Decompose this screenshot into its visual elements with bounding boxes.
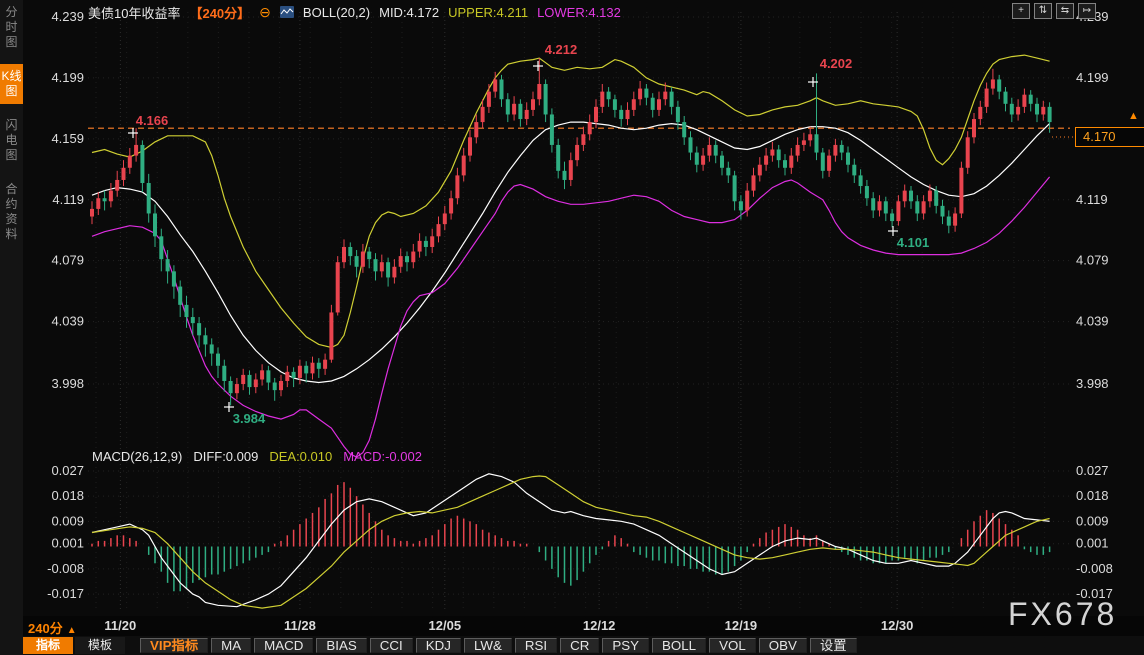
macd-label: MACD(26,12,9) [92,449,182,464]
svg-text:11/20: 11/20 [104,618,136,633]
vip-indicator-button[interactable]: VIP指标 [140,638,208,653]
trading-app-window: 4.1664.2124.2024.1013.9844.2394.2394.199… [0,0,1144,655]
vol-button[interactable]: VOL [709,638,756,653]
timeframe-selector-label: 240分 [28,621,63,636]
svg-text:12/30: 12/30 [881,618,914,633]
bias-button[interactable]: BIAS [316,638,366,653]
rsi-button[interactable]: RSI [515,638,557,653]
boll-lower-value: LOWER:4.132 [537,5,621,20]
timeframe-badge: 【240分】 [189,3,250,22]
collapse-icon[interactable]: ⊖ [259,4,271,21]
main-chart-svg[interactable]: 4.1664.2124.2024.1013.9844.2394.2394.199… [0,0,1144,638]
kdj-button[interactable]: KDJ [416,638,461,653]
svg-text:-0.008: -0.008 [1076,561,1113,576]
sidebar-tab-contract-info[interactable]: 合约资料 [0,177,23,247]
chart-title-bar: 美债10年收益率 【240分】 ⊖ BOLL(20,2) MID:4.172 U… [88,3,621,21]
svg-text:4.079: 4.079 [1076,253,1109,268]
price-annotation: 4.212 [545,42,578,57]
boll-upper-value: UPPER:4.211 [448,5,528,20]
svg-text:11/28: 11/28 [284,618,316,633]
cci-button[interactable]: CCI [370,638,413,653]
sidebar-tab-timeline[interactable]: 分时图 [0,0,23,55]
sidebar-tab-kline[interactable]: K线图 [0,64,23,104]
macd-hist-value: MACD:-0.002 [343,449,422,464]
svg-text:4.199: 4.199 [1076,70,1109,85]
svg-text:4.159: 4.159 [51,131,84,146]
svg-text:0.018: 0.018 [51,488,84,503]
svg-text:0.001: 0.001 [1076,536,1109,551]
tab-indicators[interactable]: 指标 [23,637,73,654]
svg-text:0.027: 0.027 [1076,463,1109,478]
svg-text:4.039: 4.039 [51,314,84,329]
macd-diff-value: DIFF:0.009 [193,449,258,464]
zoom-horizontal-icon[interactable]: ⇆ [1056,3,1074,19]
svg-text:12/19: 12/19 [725,618,758,633]
svg-text:-0.017: -0.017 [1076,586,1113,601]
svg-text:0.027: 0.027 [51,463,84,478]
psy-button[interactable]: PSY [602,638,649,653]
svg-text:3.998: 3.998 [51,376,84,391]
chart-tools: + ⇅ ⇆ ↦ [1012,3,1096,19]
macd-button[interactable]: MACD [254,638,313,653]
lwr-button[interactable]: LW& [464,638,512,653]
macd-dea-value: DEA:0.010 [269,449,332,464]
svg-text:3.998: 3.998 [1076,376,1109,391]
settings-button[interactable]: 设置 [810,638,857,653]
ma-button[interactable]: MA [211,638,251,653]
left-sidebar: 分时图 K线图 闪电图 合约资料 [0,0,23,655]
boll-label: BOLL(20,2) [303,5,370,20]
price-annotation: 4.202 [820,56,853,71]
instrument-title: 美债10年收益率 [88,3,180,22]
boll-mid-value: MID:4.172 [379,5,439,20]
svg-text:0.009: 0.009 [1076,513,1109,528]
cr-button[interactable]: CR [560,638,599,653]
timeframe-selector[interactable]: 240分 ▲ [28,618,77,637]
svg-text:4.119: 4.119 [1076,192,1108,207]
svg-text:12/05: 12/05 [429,618,462,633]
sidebar-tab-flash[interactable]: 闪电图 [0,113,23,168]
svg-text:0.001: 0.001 [51,536,84,551]
shift-right-icon[interactable]: ↦ [1078,3,1096,19]
macd-header: MACD(26,12,9) DIFF:0.009 DEA:0.010 MACD:… [92,449,422,464]
svg-text:4.119: 4.119 [52,192,84,207]
pan-icon[interactable]: + [1012,3,1030,19]
svg-text:0.018: 0.018 [1076,488,1109,503]
dropdown-up-icon: ▲ [67,625,77,636]
price-annotation: 4.101 [897,235,930,250]
indicator-toolbar: 指标 模板 VIP指标 MA MACD BIAS CCI KDJ LW& RSI… [23,636,1144,655]
tab-templates[interactable]: 模板 [75,637,125,654]
current-price-tag: 4.170 [1075,127,1144,147]
svg-text:0.009: 0.009 [51,513,84,528]
svg-text:4.039: 4.039 [1076,314,1109,329]
price-annotation: 4.166 [136,113,169,128]
svg-text:-0.008: -0.008 [47,561,84,576]
boll-button[interactable]: BOLL [652,638,706,653]
svg-text:4.079: 4.079 [51,253,84,268]
svg-text:4.239: 4.239 [51,9,84,24]
svg-text:-0.017: -0.017 [47,586,84,601]
price-annotation: 3.984 [233,411,266,426]
price-marker-arrow-icon: ▲ [1128,110,1139,122]
svg-text:4.199: 4.199 [51,70,84,85]
zoom-vertical-icon[interactable]: ⇅ [1034,3,1052,19]
svg-text:12/12: 12/12 [583,618,616,633]
obv-button[interactable]: OBV [759,638,807,653]
mini-chart-icon[interactable] [280,6,294,18]
